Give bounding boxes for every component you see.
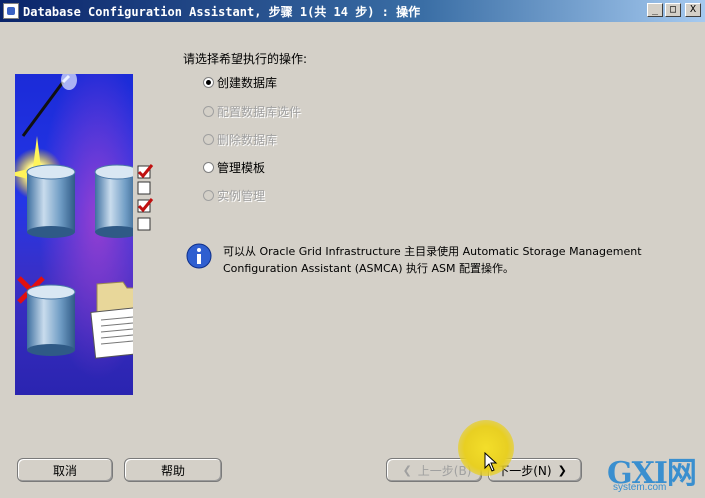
close-button[interactable]: X [685,3,701,17]
title-bar[interactable]: Database Configuration Assistant, 步骤 1(共… [0,0,705,22]
checkmark-icon [137,164,154,231]
option-manage-templates[interactable]: 管理模板 [203,159,265,175]
radio-button[interactable] [203,133,214,145]
maximize-button[interactable]: □ [665,3,681,17]
option-label: 配置数据库选件 [217,104,302,119]
window-controls: _ □ X [647,3,701,17]
radio-button[interactable] [203,105,214,117]
operation-prompt: 请选择希望执行的操作: [183,52,308,66]
back-label: 上一步(B) [417,463,472,478]
chevron-left-icon: ❮ [402,463,412,477]
radio-button[interactable] [203,189,214,201]
help-label: 帮助 [160,463,185,478]
next-label: 下一步(N) [497,463,552,478]
minimize-button[interactable]: _ [647,3,663,17]
info-icon [186,243,212,269]
option-configure-database-options[interactable]: 配置数据库选件 [203,103,301,119]
cancel-label: 取消 [52,463,77,478]
cancel-button[interactable]: 取消 [17,458,113,482]
next-button[interactable]: 下一步(N) ❯ [488,458,582,482]
watermark-domain: system.com [613,482,667,493]
option-create-database[interactable]: 创建数据库 [203,74,277,90]
mouse-cursor-icon [484,452,498,472]
asm-info-message: 可以从 Oracle Grid Infrastructure 主目录使用 Aut… [223,245,642,275]
help-button[interactable]: 帮助 [124,458,222,482]
option-label: 创建数据库 [217,75,278,90]
option-delete-database[interactable]: 删除数据库 [203,131,277,147]
wizard-illustration [15,74,133,395]
app-icon [3,3,19,19]
radio-button[interactable] [203,76,214,88]
chevron-right-icon: ❯ [557,463,567,477]
back-button[interactable]: ❮ 上一步(B) [386,458,482,482]
option-label: 删除数据库 [217,132,278,147]
watermark-logo: GXI网 system.com [603,448,703,498]
option-label: 实例管理 [217,188,266,203]
option-instance-management[interactable]: 实例管理 [203,187,265,203]
database-art-icon [15,74,133,395]
option-label: 管理模板 [217,160,266,175]
radio-button[interactable] [203,161,214,173]
window-title: Database Configuration Assistant, 步骤 1(共… [23,4,421,19]
